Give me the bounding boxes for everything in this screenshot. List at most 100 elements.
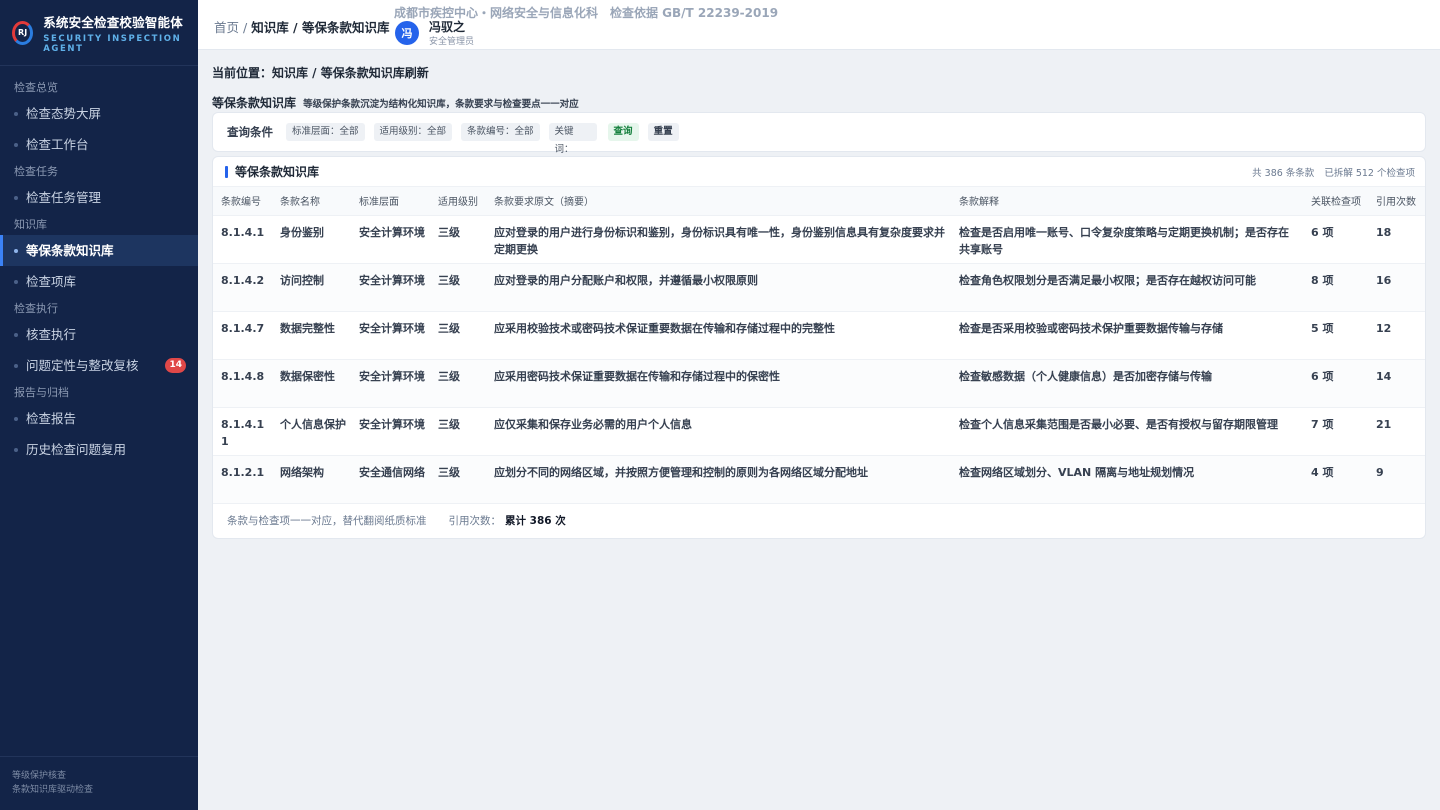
column-header[interactable]: 条款解释 bbox=[951, 187, 1303, 216]
applicable-level: 三级 bbox=[430, 407, 486, 456]
kb-description: 等级保护条款沉淀为结构化知识库，条款要求与检查要点一一对应 bbox=[303, 99, 579, 110]
table-row[interactable]: 8.1.4.11 个人信息保护 安全计算环境 三级 应仅采集和保存业务必需的用户个人信息… bbox=[213, 407, 1425, 456]
table-row[interactable]: 8.1.4.1 身份鉴别 安全计算环境 三级 应对登录的用户进行身份标识和鉴别，身份标识… bbox=[213, 215, 1425, 264]
bullet-icon bbox=[14, 249, 18, 253]
applicable-level: 三级 bbox=[430, 359, 486, 408]
column-header[interactable]: 条款要求原文（摘要） bbox=[486, 187, 951, 216]
avatar[interactable]: 冯 bbox=[395, 21, 419, 45]
sidebar-item-label: 检查任务管理 bbox=[26, 190, 102, 205]
brand-subtitle: SECURITY INSPECTION AGENT bbox=[43, 33, 182, 54]
clause-code: 8.1.4.7 bbox=[213, 311, 272, 360]
clause-name: 个人信息保护 bbox=[272, 407, 351, 456]
panel-title-text: 等保条款知识库 bbox=[235, 165, 320, 179]
standard-layer: 安全通信网络 bbox=[351, 455, 430, 504]
clause-name: 数据完整性 bbox=[272, 311, 351, 360]
main-content: 当前位置：知识库 / 等保条款知识库刷新 等保条款知识库 等级保护条款沉淀为结构… bbox=[212, 50, 1426, 539]
standard-layer: 安全计算环境 bbox=[351, 263, 430, 312]
nav-group-label: 知识库 bbox=[14, 218, 47, 231]
clause-table: 条款编号 条款名称 标准层面 适用级别 条款要求原文（摘要） 条款解释 关联检查… bbox=[213, 187, 1425, 504]
standard-layer: 安全计算环境 bbox=[351, 407, 430, 456]
filter-clause-code[interactable]: 条款编号：全部 bbox=[461, 123, 540, 141]
breadcrumb-section[interactable]: 知识库 bbox=[251, 20, 289, 35]
clause-explanation: 检查个人信息采集范围是否最小必要、是否有授权与留存期限管理 bbox=[951, 407, 1303, 456]
sidebar-item[interactable]: 历史检查问题复用 bbox=[0, 434, 198, 465]
panel-meta: 共 386 条条款 已拆解 512 个检查项 bbox=[1252, 165, 1415, 179]
standard-layer: 安全计算环境 bbox=[351, 359, 430, 408]
breadcrumb-separator: / bbox=[239, 20, 252, 35]
standard-layer: 安全计算环境 bbox=[351, 215, 430, 264]
count-badge: 14 bbox=[165, 358, 186, 373]
nav-group-label: 报告与归档 bbox=[14, 386, 69, 399]
breadcrumb-separator-2: / bbox=[288, 20, 302, 35]
user-name[interactable]: 冯驭之 bbox=[429, 18, 465, 35]
sidebar-item-label: 检查项库 bbox=[26, 274, 77, 289]
filter-standard-layer[interactable]: 标准层面：全部 bbox=[286, 123, 365, 141]
sidebar-item[interactable]: 检查任务管理 bbox=[0, 182, 198, 213]
reference-count: 14 bbox=[1368, 359, 1425, 408]
sidebar-item-label: 检查工作台 bbox=[26, 137, 89, 152]
clause-explanation: 检查是否采用校验或密码技术保护重要数据传输与存储 bbox=[951, 311, 1303, 360]
clause-explanation: 检查敏感数据（个人健康信息）是否加密存储与传输 bbox=[951, 359, 1303, 408]
current-location: 当前位置：知识库 / 等保条款知识库刷新 bbox=[212, 66, 429, 80]
bullet-icon bbox=[14, 143, 18, 147]
sidebar-nav: 检查总览检查态势大屏 检查工作台检查任务检查任务管理知识库等保条款知识库 检查项库检… bbox=[0, 66, 198, 465]
bullet-icon bbox=[14, 280, 18, 284]
sidebar: RJ 系统安全检查校验智能体 SECURITY INSPECTION AGENT… bbox=[0, 0, 198, 810]
clause-explanation: 检查是否启用唯一账号、口令复杂度策略与定期更换机制；是否存在共享账号 bbox=[951, 215, 1303, 264]
sidebar-item-label: 检查报告 bbox=[26, 411, 77, 426]
reference-count: 12 bbox=[1368, 311, 1425, 360]
sidebar-item[interactable]: 核查执行 bbox=[0, 319, 198, 350]
linked-items: 5 项 bbox=[1303, 311, 1368, 360]
linked-items: 4 项 bbox=[1303, 455, 1368, 504]
requirement-text: 应仅采集和保存业务必需的用户个人信息 bbox=[486, 407, 951, 456]
applicable-level: 三级 bbox=[430, 311, 486, 360]
table-row[interactable]: 8.1.4.7 数据完整性 安全计算环境 三级 应采用校验技术或密码技术保证重要数据在传… bbox=[213, 311, 1425, 360]
nav-group-label: 检查任务 bbox=[14, 165, 58, 178]
column-header[interactable]: 条款编号 bbox=[213, 187, 272, 216]
column-header[interactable]: 适用级别 bbox=[430, 187, 486, 216]
sidebar-item[interactable]: 问题定性与整改复核 14 bbox=[0, 350, 198, 381]
sidebar-item-label: 检查态势大屏 bbox=[26, 106, 102, 121]
filter-bar: 查询条件 标准层面：全部 适用级别：全部 条款编号：全部 关键词： 查询 重置 bbox=[212, 112, 1426, 155]
clause-name: 身份鉴别 bbox=[272, 215, 351, 264]
table-row[interactable]: 8.1.2.1 网络架构 安全通信网络 三级 应划分不同的网络区域，并按照方便管理和控制… bbox=[213, 455, 1425, 504]
clause-code: 8.1.4.2 bbox=[213, 263, 272, 312]
bullet-icon bbox=[14, 333, 18, 337]
nav-group-label: 检查总览 bbox=[14, 81, 58, 94]
sidebar-item[interactable]: 检查项库 bbox=[0, 266, 198, 297]
query-button[interactable]: 查询 bbox=[607, 123, 639, 141]
requirement-text: 应采用密码技术保证重要数据在传输和存储过程中的保密性 bbox=[486, 359, 951, 408]
column-header[interactable]: 条款名称 bbox=[272, 187, 351, 216]
bullet-icon bbox=[14, 112, 18, 116]
sidebar-item[interactable]: 检查报告 bbox=[0, 403, 198, 434]
sidebar-item[interactable]: 等保条款知识库 bbox=[0, 235, 198, 266]
reset-button[interactable]: 重置 bbox=[647, 123, 679, 141]
sidebar-item[interactable]: 检查态势大屏 bbox=[0, 98, 198, 129]
table-row[interactable]: 8.1.4.2 访问控制 安全计算环境 三级 应对登录的用户分配账户和权限，并遵循最小权… bbox=[213, 263, 1425, 312]
split-items: 已拆解 512 个检查项 bbox=[1324, 167, 1415, 179]
filter-label: 查询条件 bbox=[227, 125, 273, 139]
user-role: 安全管理员 bbox=[429, 37, 475, 47]
sidebar-footer-line1: 等级保护核查 bbox=[12, 771, 67, 781]
table-row[interactable]: 8.1.4.8 数据保密性 安全计算环境 三级 应采用密码技术保证重要数据在传输和存储过… bbox=[213, 359, 1425, 408]
requirement-text: 应采用校验技术或密码技术保证重要数据在传输和存储过程中的完整性 bbox=[486, 311, 951, 360]
reference-count: 16 bbox=[1368, 263, 1425, 312]
breadcrumb-home[interactable]: 首页 bbox=[214, 20, 239, 35]
filter-keyword-input[interactable]: 关键词： bbox=[548, 123, 597, 155]
sidebar-item-label: 等保条款知识库 bbox=[26, 243, 114, 258]
brand: RJ 系统安全检查校验智能体 SECURITY INSPECTION AGENT bbox=[0, 0, 198, 66]
filter-level[interactable]: 适用级别：全部 bbox=[373, 123, 453, 141]
panel-header: 等保条款知识库 共 386 条条款 已拆解 512 个检查项 bbox=[213, 157, 1425, 187]
sidebar-footer: 等级保护核查 条款知识库驱动检查 bbox=[0, 756, 198, 810]
clause-name: 网络架构 bbox=[272, 455, 351, 504]
topbar: 首页 / 知识库 / 等保条款知识库 成都市疾控中心・网络安全与信息化科 检查依… bbox=[198, 0, 1440, 50]
table-header-row: 条款编号 条款名称 标准层面 适用级别 条款要求原文（摘要） 条款解释 关联检查… bbox=[213, 187, 1425, 216]
sidebar-item[interactable]: 检查工作台 bbox=[0, 129, 198, 160]
column-header[interactable]: 引用次数 bbox=[1368, 187, 1425, 216]
column-header[interactable]: 标准层面 bbox=[351, 187, 430, 216]
column-header[interactable]: 关联检查项 bbox=[1303, 187, 1368, 216]
total-clauses: 共 386 条条款 bbox=[1252, 167, 1315, 179]
requirement-text: 应对登录的用户进行身份标识和鉴别，身份标识具有唯一性，身份鉴别信息具有复杂度要求… bbox=[486, 215, 951, 264]
clause-code: 8.1.4.1 bbox=[213, 215, 272, 264]
footer-ref-total: 累计 386 次 bbox=[505, 515, 566, 527]
